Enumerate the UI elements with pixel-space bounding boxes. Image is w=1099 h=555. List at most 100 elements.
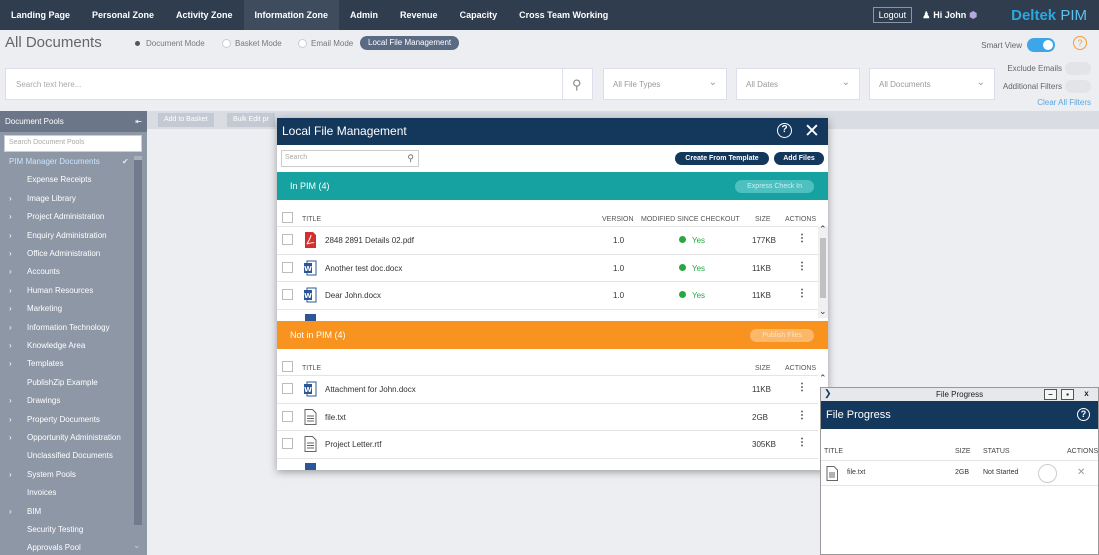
nav-item-revenue[interactable]: Revenue (389, 0, 449, 30)
row-checkbox[interactable] (282, 383, 293, 394)
dialog-search-input[interactable]: Search ⚲ (281, 150, 419, 167)
mode-email[interactable]: Email Mode (298, 39, 353, 48)
chevron-right-icon[interactable]: › (9, 411, 12, 429)
chevron-right-icon[interactable]: › (9, 227, 12, 245)
collapse-panel-icon[interactable]: ⇤ (135, 111, 142, 132)
help-icon[interactable]: ? (777, 123, 792, 138)
row-checkbox[interactable] (282, 289, 293, 300)
pool-item[interactable]: Invoices (0, 484, 134, 502)
chevron-right-icon[interactable]: › (9, 337, 12, 355)
nav-item-admin[interactable]: Admin (339, 0, 389, 30)
row-checkbox[interactable] (282, 261, 293, 273)
mode-basket[interactable]: Basket Mode (222, 39, 282, 48)
more-actions-icon[interactable]: ⋮ (797, 437, 807, 448)
pool-item[interactable]: Expense Receipts (0, 171, 134, 189)
logout-button[interactable]: Logout (872, 7, 913, 23)
search-icon[interactable]: ⚲ (407, 153, 414, 164)
scroll-up-icon[interactable]: ⌃ (819, 373, 827, 384)
table-row[interactable]: 2848 2891 Details 02.pdf 1.0 Yes 177KB ⋮ (277, 226, 818, 253)
pool-item[interactable]: Approvals Pool (0, 539, 134, 555)
chevron-right-icon[interactable]: › (9, 245, 12, 263)
toggle-on-icon[interactable] (1027, 38, 1055, 52)
row-checkbox[interactable] (282, 234, 293, 245)
additional-filters-toggle[interactable] (1065, 80, 1091, 93)
search-icon[interactable]: ⚲ (572, 77, 582, 93)
minimize-button[interactable]: – (1044, 389, 1057, 400)
chevron-right-icon[interactable]: › (9, 429, 12, 447)
chevron-right-icon[interactable]: › (9, 263, 12, 281)
chevron-right-icon[interactable]: › (9, 392, 12, 410)
pool-item[interactable]: PIM Manager Documents ✔ (0, 153, 134, 171)
file-name[interactable]: file.txt (325, 413, 346, 422)
exclude-emails-toggle[interactable] (1065, 62, 1091, 75)
nav-item-cross-team-working[interactable]: Cross Team Working (508, 0, 619, 30)
more-actions-icon[interactable]: ⋮ (797, 288, 807, 299)
chevron-right-icon[interactable]: › (9, 190, 12, 208)
pool-item[interactable]: › Knowledge Area (0, 337, 134, 355)
more-actions-icon[interactable]: ⋮ (797, 382, 807, 393)
nav-item-landing-page[interactable]: Landing Page (0, 0, 81, 30)
chevron-right-icon[interactable]: › (9, 355, 12, 373)
pool-item[interactable]: › Opportunity Administration (0, 429, 134, 447)
pool-item[interactable]: › Marketing (0, 300, 134, 318)
pool-item[interactable]: › System Pools (0, 466, 134, 484)
pool-scrollbar-thumb[interactable] (134, 160, 142, 525)
nav-item-activity-zone[interactable]: Activity Zone (165, 0, 244, 30)
pool-item[interactable]: › Office Administration (0, 245, 134, 263)
row-checkbox[interactable] (282, 438, 293, 449)
scrollbar-thumb[interactable] (820, 238, 826, 298)
pool-item[interactable]: › Drawings (0, 392, 134, 410)
cancel-icon[interactable]: ✕ (1077, 467, 1085, 478)
file-name[interactable]: Project Letter.rtf (325, 440, 381, 449)
close-icon[interactable]: ✕ (804, 120, 820, 143)
file-name[interactable]: Another test doc.docx (325, 264, 402, 273)
table-row[interactable]: file.txt 2GB ⋮ (277, 402, 818, 430)
search-input[interactable]: Search text here... ⚲ (5, 68, 593, 100)
add-files-button[interactable]: Add Files (774, 152, 824, 165)
table-row[interactable]: Project Letter.rtf 305KB ⋮ (277, 430, 818, 457)
select-all-checkbox[interactable] (282, 212, 293, 223)
file-name[interactable]: Dear John.docx (325, 291, 381, 300)
pool-search-input[interactable]: Search Document Pools (4, 135, 142, 152)
nav-item-capacity[interactable]: Capacity (449, 0, 509, 30)
documents-dropdown[interactable]: All Documents ⌄ (869, 68, 995, 100)
scroll-down-icon[interactable]: ⌄ (133, 540, 141, 551)
pool-item[interactable]: › Enquiry Administration (0, 227, 134, 245)
pool-item[interactable]: › BIM (0, 503, 134, 521)
help-icon[interactable]: ? (1073, 36, 1087, 50)
user-menu[interactable]: ♟ Hi John ⬢ (922, 10, 977, 21)
scroll-up-icon[interactable]: ⌃ (819, 224, 827, 235)
chevron-right-icon[interactable]: › (9, 300, 12, 318)
select-all-checkbox[interactable] (282, 361, 293, 372)
chevron-right-icon[interactable]: › (9, 208, 12, 226)
publish-files-button[interactable]: Publish Files (750, 329, 814, 342)
chevron-right-icon[interactable]: › (9, 466, 12, 484)
dates-dropdown[interactable]: All Dates ⌄ (736, 68, 860, 100)
more-actions-icon[interactable]: ⋮ (797, 233, 807, 244)
pool-item[interactable]: › Templates (0, 355, 134, 373)
table-row[interactable]: W Dear John.docx 1.0 Yes 11KB ⋮ (277, 281, 818, 308)
chevron-right-icon[interactable]: › (9, 282, 12, 300)
bulk-edit-button[interactable]: Bulk Edit pr (227, 113, 275, 127)
pool-item[interactable]: › Image Library (0, 190, 134, 208)
pool-item[interactable]: › Property Documents (0, 411, 134, 429)
row-checkbox[interactable] (282, 410, 293, 422)
table-row[interactable]: W Another test doc.docx 1.0 Yes 11KB ⋮ (277, 253, 818, 281)
clear-all-filters-link[interactable]: Clear All Filters (1037, 98, 1091, 107)
pool-item[interactable]: › Human Resources (0, 282, 134, 300)
expand-icon[interactable]: ❯ (824, 388, 832, 399)
more-actions-icon[interactable]: ⋮ (797, 410, 807, 421)
table-row[interactable]: W Attachment for John.docx 11KB ⋮ (277, 375, 818, 402)
pool-item[interactable]: › Information Technology (0, 319, 134, 337)
chevron-right-icon[interactable]: › (9, 319, 12, 337)
window-close-button[interactable]: x (1080, 389, 1093, 400)
maximize-button[interactable]: ▪ (1061, 389, 1074, 400)
nav-item-personal-zone[interactable]: Personal Zone (81, 0, 165, 30)
help-icon[interactable]: ? (1077, 408, 1090, 421)
more-actions-icon[interactable]: ⋮ (797, 261, 807, 272)
add-to-basket-button[interactable]: Add to Basket (158, 113, 214, 127)
file-name[interactable]: Attachment for John.docx (325, 385, 416, 394)
in-pim-scrollbar[interactable]: ⌃ ⌄ (818, 224, 828, 318)
scroll-down-icon[interactable]: ⌄ (819, 306, 827, 317)
smart-view-toggle[interactable]: Smart View (981, 38, 1055, 52)
